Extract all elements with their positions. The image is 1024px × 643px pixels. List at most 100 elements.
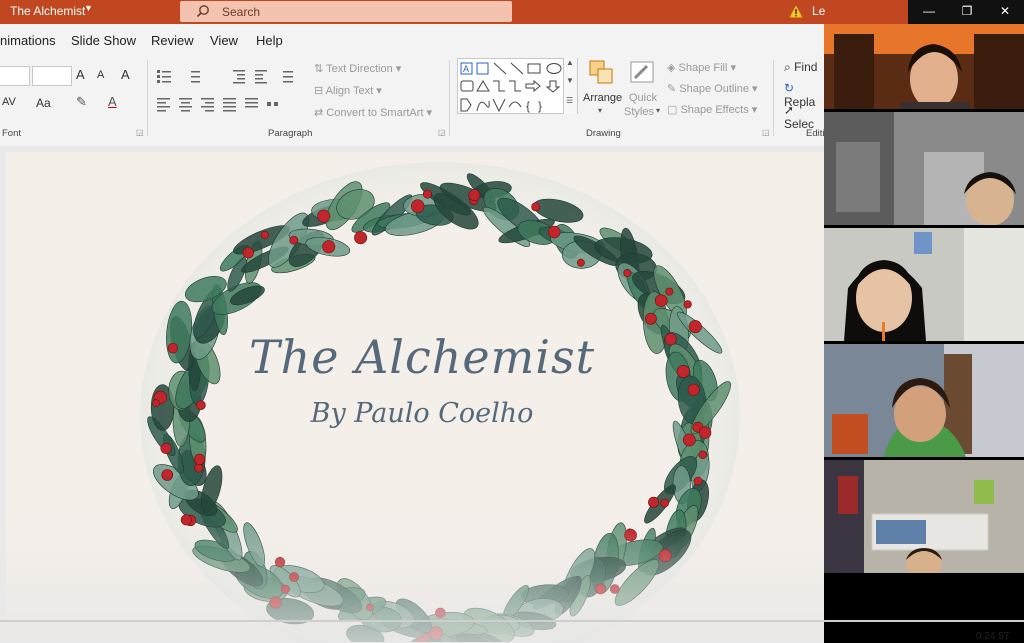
more-icon[interactable]: ☰ (566, 96, 573, 105)
participant-video-2[interactable] (824, 112, 1024, 225)
select-button[interactable]: ➚ Selec (784, 103, 824, 131)
shape-fill-button[interactable]: ◈ Shape Fill ▾ (667, 61, 736, 74)
highlight-icon[interactable]: ✎ (76, 94, 87, 110)
minimize-button[interactable]: — (910, 0, 948, 24)
wreath-berry (161, 469, 174, 481)
chevron-up-icon[interactable]: ▲ (566, 58, 574, 67)
title-bar: The Alchemist ▼ Le — ❐ ✕ (0, 0, 1024, 24)
convert-smartart-button[interactable]: ⇄ Convert to SmartArt ▾ (314, 106, 432, 119)
wreath-berry (422, 189, 432, 199)
wreath-berry (654, 294, 668, 307)
group-divider (147, 60, 148, 136)
playback-progress[interactable] (0, 620, 1024, 622)
cursor-icon: ➚ (784, 103, 795, 117)
restore-button[interactable]: ❐ (948, 0, 986, 24)
arrange-button[interactable]: Arrange (583, 92, 622, 104)
wreath-berry (645, 312, 657, 325)
clear-formatting-button[interactable]: A (121, 67, 130, 82)
participant-video-5[interactable] (824, 460, 1024, 573)
wreath-berry (693, 476, 703, 486)
slide-subtitle[interactable]: By Paulo Coelho (242, 398, 602, 429)
character-spacing-button[interactable]: AV (2, 96, 16, 108)
slide-editor: The Alchemist By Paulo Coelho (0, 146, 836, 643)
participant-video-4[interactable] (824, 344, 1024, 457)
font-dialog-launcher-icon[interactable]: ◲ (136, 128, 144, 137)
font-color-icon[interactable]: A (108, 94, 117, 109)
person-icon (824, 344, 1024, 457)
search-input[interactable] (222, 3, 502, 20)
wreath-berry (194, 453, 206, 465)
alignment-buttons[interactable] (157, 96, 297, 112)
search-icon (196, 5, 209, 18)
wreath-berry (577, 258, 585, 267)
align-text-label: Align Text (325, 85, 374, 97)
quick-styles-icon[interactable] (629, 58, 657, 86)
font-group-label: Font (2, 128, 22, 139)
wreath-berry (322, 240, 336, 254)
wreath-berry (676, 365, 690, 379)
find-label: Find (794, 60, 818, 74)
slide-canvas[interactable]: The Alchemist By Paulo Coelho (6, 152, 836, 642)
search-box[interactable] (180, 1, 512, 22)
wreath-berry (317, 209, 331, 223)
ribbon-tabs: nimations Slide Show Review View Help (0, 24, 824, 56)
wreath-berry (160, 442, 172, 454)
wreath-berry (660, 498, 670, 508)
text-direction-button[interactable]: ⇅ Text Direction ▾ (314, 62, 401, 75)
video-overlay-shade (6, 522, 836, 642)
quick-styles-label[interactable]: Quick (629, 92, 657, 104)
wreath-berry (698, 426, 712, 439)
person-icon (824, 24, 1024, 109)
convert-smartart-label: Convert to SmartArt (326, 107, 424, 119)
shape-effects-button[interactable]: ▢ Shape Effects ▾ (667, 103, 757, 116)
list-indent-buttons[interactable] (157, 68, 307, 86)
arrange-icon[interactable] (587, 58, 617, 86)
wreath-berry (260, 230, 269, 239)
tab-review[interactable]: Review (151, 33, 194, 48)
person-icon (824, 460, 1024, 573)
styles-label[interactable]: Styles (624, 106, 654, 118)
font-name-combo[interactable] (0, 66, 30, 86)
shape-outline-label: Shape Outline (679, 83, 749, 95)
account-name[interactable]: Le (812, 4, 825, 18)
tab-slide-show[interactable]: Slide Show (71, 33, 136, 48)
playback-timestamp: 0:24:57 (976, 631, 1010, 642)
wreath-berry (688, 320, 702, 334)
svg-text:}: } (538, 99, 542, 113)
tab-view[interactable]: View (210, 33, 238, 48)
slide-title[interactable]: The Alchemist (242, 330, 602, 384)
close-button[interactable]: ✕ (986, 0, 1024, 24)
chevron-down-icon[interactable]: ▾ (598, 106, 602, 115)
font-size-combo[interactable] (32, 66, 72, 86)
paragraph-group-label: Paragraph (268, 128, 313, 139)
document-title[interactable]: The Alchemist (10, 4, 85, 18)
wreath-berry (194, 463, 204, 473)
group-divider (449, 60, 450, 136)
drawing-dialog-launcher-icon[interactable]: ◲ (762, 128, 770, 137)
grow-font-button[interactable]: A (76, 67, 85, 82)
gallery-scroll[interactable]: ▲ ▼ ☰ (563, 58, 577, 114)
shape-fill-label: Shape Fill (678, 62, 728, 74)
wreath-berry (548, 225, 561, 239)
editing-group-label: Editi (806, 128, 824, 139)
video-call-panel (824, 24, 1024, 643)
shape-outline-button[interactable]: ✎ Shape Outline ▾ (667, 82, 758, 95)
wreath-berry (152, 399, 160, 407)
wreath-berry (411, 199, 425, 213)
tab-animations[interactable]: nimations (0, 33, 56, 48)
chevron-down-icon[interactable]: ▾ (656, 106, 660, 115)
paragraph-dialog-launcher-icon[interactable]: ◲ (438, 128, 446, 137)
wreath-berry (468, 189, 481, 201)
chevron-down-icon[interactable]: ▼ (566, 76, 574, 85)
change-case-button[interactable]: Aa (36, 96, 51, 110)
align-text-button[interactable]: ⊟ Align Text ▾ (314, 84, 382, 97)
participant-video-3[interactable] (824, 228, 1024, 341)
chevron-down-icon[interactable]: ▼ (84, 3, 93, 13)
shapes-gallery[interactable]: A { } (457, 58, 578, 114)
participant-video-1[interactable] (824, 24, 1024, 109)
shrink-font-button[interactable]: A (97, 69, 104, 81)
tab-help[interactable]: Help (256, 33, 283, 48)
find-button[interactable]: ⌕ Find (784, 60, 817, 75)
warning-icon[interactable] (789, 5, 803, 18)
search-icon: ⌕ (784, 60, 791, 74)
